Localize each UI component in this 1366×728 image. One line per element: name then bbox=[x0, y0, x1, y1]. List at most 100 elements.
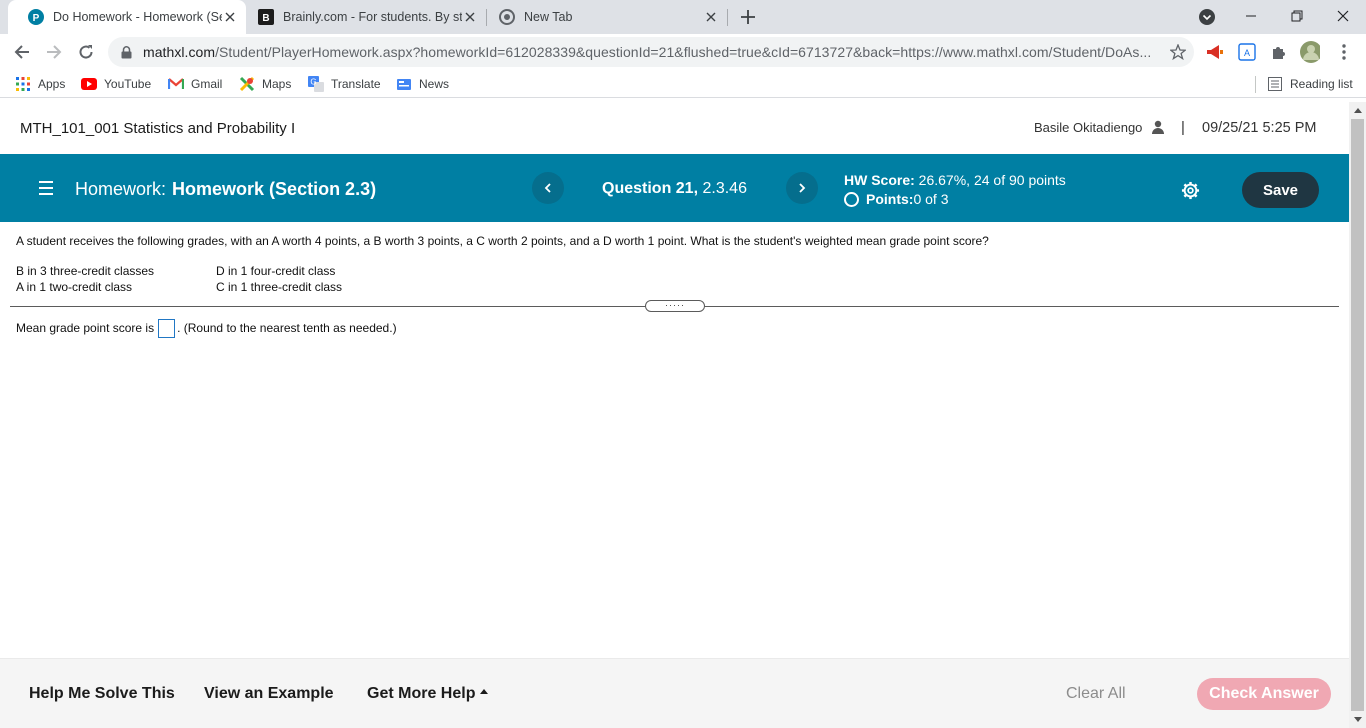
bookmark-label: Maps bbox=[262, 77, 292, 91]
chrome-icon bbox=[499, 9, 515, 25]
restore-button[interactable] bbox=[1274, 0, 1320, 32]
chevron-down-icon bbox=[1199, 9, 1215, 25]
youtube-icon bbox=[81, 76, 97, 92]
puzzle-extensions-icon[interactable] bbox=[1269, 42, 1289, 62]
answer-input[interactable] bbox=[158, 318, 176, 338]
points-status: Points: 0 of 3 bbox=[844, 191, 948, 207]
tab-strip: P Do Homework - Homework (Section 2.3) B… bbox=[0, 0, 1366, 34]
bookmark-gmail[interactable]: Gmail bbox=[168, 75, 222, 93]
course-header: MTH_101_001 Statistics and Probability I… bbox=[0, 102, 1349, 154]
scroll-down-arrow-icon[interactable] bbox=[1349, 711, 1366, 728]
reading-list-button[interactable]: Reading list bbox=[1267, 75, 1353, 93]
back-button[interactable] bbox=[8, 38, 36, 66]
tab-title: Brainly.com - For students. By students. bbox=[283, 10, 462, 24]
browser-window: P Do Homework - Homework (Section 2.3) B… bbox=[0, 0, 1366, 728]
chevron-left-icon bbox=[544, 183, 551, 193]
restore-icon bbox=[1291, 10, 1303, 22]
scroll-thumb[interactable] bbox=[1351, 119, 1364, 711]
hw-score: HW Score: 26.67%, 24 of 90 points bbox=[844, 172, 1066, 188]
close-window-button[interactable] bbox=[1320, 0, 1366, 32]
scroll-up-arrow-icon[interactable] bbox=[1349, 102, 1366, 119]
tab-brainly[interactable]: B Brainly.com - For students. By student… bbox=[246, 0, 486, 34]
page-scrollbar[interactable] bbox=[1349, 102, 1366, 728]
svg-text:P: P bbox=[33, 13, 40, 24]
tab-search-button[interactable] bbox=[1198, 8, 1216, 26]
profile-avatar[interactable] bbox=[1300, 41, 1320, 63]
svg-text:A: A bbox=[1244, 48, 1250, 58]
megaphone-extension-icon[interactable] bbox=[1205, 42, 1225, 62]
tab-new-tab[interactable]: New Tab bbox=[487, 0, 727, 34]
bookmark-star-icon[interactable] bbox=[1169, 43, 1187, 61]
next-question-button[interactable] bbox=[786, 172, 818, 204]
translate-extension-icon[interactable]: A bbox=[1237, 42, 1257, 62]
close-icon[interactable] bbox=[703, 9, 719, 25]
divider-drag-handle[interactable]: ····· bbox=[645, 300, 705, 312]
previous-question-button[interactable] bbox=[532, 172, 564, 204]
more-menu-icon[interactable] bbox=[1334, 42, 1354, 62]
homework-title: Homework: Homework (Section 2.3) bbox=[75, 179, 376, 200]
tab-do-homework[interactable]: P Do Homework - Homework (Section 2.3) bbox=[8, 0, 246, 34]
bookmark-maps[interactable]: Maps bbox=[239, 75, 291, 93]
hamburger-menu-icon[interactable] bbox=[37, 180, 55, 196]
bookmark-youtube[interactable]: YouTube bbox=[81, 75, 151, 93]
footer-bar: Help Me Solve This View an Example Get M… bbox=[0, 658, 1349, 728]
bookmark-translate[interactable]: G Translate bbox=[308, 75, 381, 93]
grade-item: B in 3 three-credit classes bbox=[16, 264, 155, 278]
header-separator: | bbox=[1181, 119, 1185, 136]
bookmark-news[interactable]: News bbox=[396, 75, 449, 93]
get-more-help-button[interactable]: Get More Help bbox=[367, 685, 489, 703]
check-answer-button[interactable]: Check Answer bbox=[1197, 678, 1331, 710]
view-example-button[interactable]: View an Example bbox=[204, 685, 334, 703]
bookmark-apps[interactable]: Apps bbox=[15, 75, 65, 93]
arrow-left-icon bbox=[14, 45, 29, 59]
user-name[interactable]: Basile Okitadiengo bbox=[1034, 120, 1142, 135]
tab-title: Do Homework - Homework (Section 2.3) bbox=[53, 10, 222, 24]
bookmark-label: Translate bbox=[331, 77, 381, 91]
bookmark-label: Apps bbox=[38, 77, 66, 91]
question-indicator: Question 21, 2.3.46 bbox=[602, 180, 747, 198]
user-icon bbox=[1152, 120, 1164, 134]
bookmarks-bar: Apps YouTube Gmail Maps G Translate News… bbox=[0, 70, 1366, 98]
reload-button[interactable] bbox=[72, 38, 100, 66]
gear-icon[interactable] bbox=[1181, 181, 1200, 200]
close-icon bbox=[1337, 10, 1349, 22]
minimize-button[interactable] bbox=[1228, 0, 1274, 32]
question-ref: 2.3.46 bbox=[698, 180, 747, 197]
address-bar[interactable]: mathxl.com/Student/PlayerHomework.aspx?h… bbox=[108, 37, 1194, 67]
save-button[interactable]: Save bbox=[1242, 172, 1319, 208]
question-number: Question 21, bbox=[602, 180, 699, 197]
brainly-icon: B bbox=[258, 9, 274, 25]
minimize-icon bbox=[1246, 15, 1256, 17]
points-value: 0 of 3 bbox=[913, 191, 949, 207]
reading-list-icon bbox=[1267, 76, 1283, 92]
new-tab-button[interactable] bbox=[736, 5, 760, 29]
homework-name: Homework (Section 2.3) bbox=[172, 179, 377, 199]
hw-score-label: HW Score: bbox=[844, 172, 915, 188]
forward-button[interactable] bbox=[40, 38, 68, 66]
arrow-right-icon bbox=[47, 45, 62, 59]
url-text: mathxl.com/Student/PlayerHomework.aspx?h… bbox=[143, 44, 1159, 60]
url-host: mathxl.com bbox=[143, 44, 216, 60]
close-icon[interactable] bbox=[462, 9, 478, 25]
date-time: 09/25/21 5:25 PM bbox=[1202, 120, 1317, 136]
answer-prefix: Mean grade point score is bbox=[16, 321, 155, 335]
clear-all-button[interactable]: Clear All bbox=[1066, 685, 1126, 703]
grade-item: C in 1 three-credit class bbox=[216, 280, 343, 294]
question-prompt: A student receives the following grades,… bbox=[16, 234, 989, 248]
lock-icon[interactable] bbox=[119, 45, 133, 59]
grade-item: D in 1 four-credit class bbox=[216, 264, 336, 278]
hw-score-value: 26.67%, 24 of 90 points bbox=[914, 172, 1066, 188]
help-me-solve-button[interactable]: Help Me Solve This bbox=[29, 685, 175, 703]
bookmark-label: YouTube bbox=[104, 77, 152, 91]
reading-list-label: Reading list bbox=[1290, 77, 1353, 91]
page-content: MTH_101_001 Statistics and Probability I… bbox=[0, 102, 1349, 728]
gmail-icon bbox=[168, 76, 184, 92]
course-title: MTH_101_001 Statistics and Probability I bbox=[20, 120, 296, 137]
answer-suffix: . (Round to the nearest tenth as needed.… bbox=[177, 321, 397, 335]
browser-toolbar: mathxl.com/Student/PlayerHomework.aspx?h… bbox=[0, 34, 1366, 70]
pearson-icon: P bbox=[28, 9, 44, 25]
url-path: /Student/PlayerHomework.aspx?homeworkId=… bbox=[215, 44, 1152, 60]
close-icon[interactable] bbox=[222, 9, 238, 25]
tab-separator bbox=[727, 9, 728, 26]
apps-grid-icon bbox=[15, 76, 31, 92]
